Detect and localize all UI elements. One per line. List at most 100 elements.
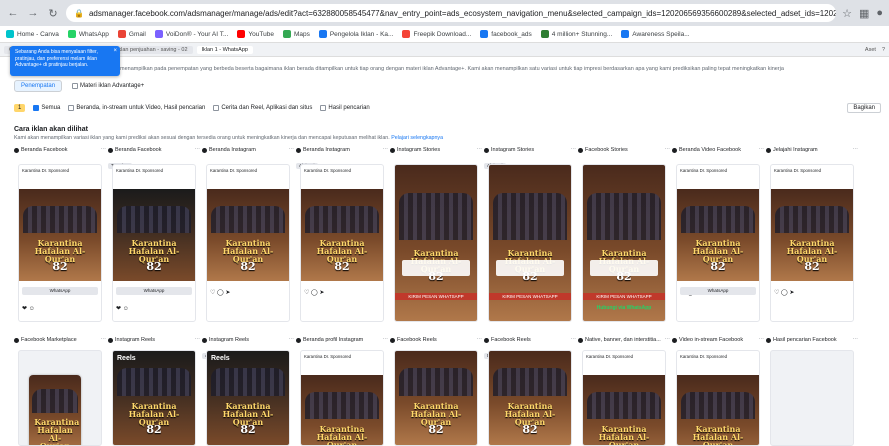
more-options-icon[interactable]: ⋯ xyxy=(853,337,859,343)
platform-icon xyxy=(108,147,113,153)
share-button[interactable]: Bagikan xyxy=(847,103,881,113)
more-options-icon[interactable]: ⋯ xyxy=(289,337,295,343)
bookmark-item[interactable]: 4 million+ Stunning... xyxy=(540,30,612,38)
ad-preview-frame[interactable]: Karantina Hafalan Al-Qur'an 82 Reels xyxy=(112,350,196,446)
poster-number: 82 xyxy=(522,422,538,436)
platform-icon xyxy=(202,147,207,153)
filter-checkbox[interactable]: Cerita dan Reel, Aplikasi dan situs xyxy=(213,105,312,111)
more-options-icon[interactable]: ⋯ xyxy=(289,147,295,153)
tabstrip-action[interactable]: ? xyxy=(882,47,885,53)
ad-preview-frame[interactable]: Karantina Dr. Sponsored Karantina Hafalan… xyxy=(770,164,854,322)
more-options-icon[interactable]: ⋯ xyxy=(665,337,671,343)
ad-preview-frame[interactable]: Karantina Hafalan Al-Qur'an 82 xyxy=(488,350,572,446)
ad-preview-frame[interactable]: Karantina Dr. Sponsored Karantina Hafalan… xyxy=(300,350,384,446)
placement-card: Jelajahi Instagram ⋯ Karantina Dr. Sponsor… xyxy=(766,146,858,322)
tabstrip-action[interactable]: Aset xyxy=(865,47,876,53)
tip-callout: × Sebarang Anda bisa menyalaan filter, p… xyxy=(10,46,120,76)
ad-creative-image: Karantina Hafalan Al-Qur'an 82 xyxy=(677,375,759,445)
reels-label: Reels xyxy=(211,355,230,362)
cta-button[interactable]: WhatsApp xyxy=(22,287,98,295)
placement-name: Facebook Stories xyxy=(585,147,628,153)
crowd-photo xyxy=(681,391,755,420)
more-options-icon[interactable]: ⋯ xyxy=(571,337,577,343)
more-options-icon[interactable]: ⋯ xyxy=(759,147,765,153)
close-icon[interactable]: × xyxy=(113,48,117,55)
more-options-icon[interactable]: ⋯ xyxy=(101,337,107,343)
poster-number: 82 xyxy=(804,259,820,273)
filter-checkbox[interactable]: Hasil pencarian xyxy=(320,105,370,111)
bookmark-item[interactable]: facebook_ads xyxy=(480,30,532,38)
bookmark-item[interactable]: YouTube xyxy=(237,30,274,38)
profile-icon[interactable]: ● xyxy=(876,7,883,20)
marketplace-card[interactable]: Karantina Hafalan Al-Qur'an 82 xyxy=(29,375,81,445)
more-options-icon[interactable]: ⋯ xyxy=(195,147,201,153)
bookmark-item[interactable]: Pengelola Iklan - Ka... xyxy=(318,30,393,38)
ad-preview-frame[interactable]: Karantina Hafalan Al-Qur'an 82KIRIM PESA… xyxy=(488,164,572,322)
bookmark-item[interactable]: Gmail xyxy=(117,30,146,38)
advantage-toggle[interactable]: Materi iklan Advantage+ xyxy=(72,83,144,89)
placement-card: Hasil pencarian Facebook ⋯ xyxy=(766,336,858,446)
filter-label: Semua xyxy=(41,105,61,111)
forward-icon[interactable]: → xyxy=(26,6,40,20)
whatsapp-banner: KIRIM PESAN WHATSAPP xyxy=(489,293,571,300)
poster-number: 82 xyxy=(710,259,726,273)
extensions-icon[interactable]: ▦ xyxy=(859,7,869,20)
learn-more-link[interactable]: Pelajari selengkapnya xyxy=(391,135,443,141)
ad-preview-frame[interactable]: Karantina Hafalan Al-Qur'an 82 xyxy=(394,350,478,446)
ad-preview-frame[interactable]: Karantina Hafalan Al-Qur'an 82KIRIM PESA… xyxy=(394,164,478,322)
placement-name: Beranda Facebook xyxy=(115,147,162,153)
bookmark-item[interactable]: VoiDon® - Your AI T... xyxy=(154,30,228,38)
more-options-icon[interactable]: ⋯ xyxy=(195,337,201,343)
more-options-icon[interactable]: ⋯ xyxy=(477,337,483,343)
back-icon[interactable]: ← xyxy=(6,6,20,20)
more-options-icon[interactable]: ⋯ xyxy=(665,147,671,153)
ad-preview-frame[interactable]: Karantina Dr. Sponsored Karantina Hafalan… xyxy=(300,164,384,322)
warning-badge[interactable]: 1 xyxy=(14,104,26,112)
more-options-icon[interactable]: ⋯ xyxy=(383,337,389,343)
cta-button[interactable]: WhatsApp xyxy=(680,287,756,295)
more-options-icon[interactable]: ⋯ xyxy=(101,147,107,153)
cta-button[interactable]: WhatsApp xyxy=(116,287,192,295)
ad-preview-frame[interactable]: Karantina Dr. Sponsored Karantina Hafalan… xyxy=(112,164,196,322)
poster-title-text: Karantina Hafalan Al-Qur'an xyxy=(316,423,368,446)
crowd-photo xyxy=(775,205,849,234)
poster-title: Karantina Hafalan Al-Qur'an 82 xyxy=(309,239,375,272)
bookmark-item[interactable]: Awareness Speila... xyxy=(621,30,690,38)
ad-preview-frame[interactable]: Karantina Dr. Sponsored Karantina Hafalan… xyxy=(582,350,666,446)
poster-title: Karantina Hafalan Al-Qur'an 82 xyxy=(215,239,281,272)
whatsapp-cta[interactable]: Hubungi via WhatsApp xyxy=(591,305,657,313)
more-options-icon[interactable]: ⋯ xyxy=(571,147,577,153)
filter-checkbox[interactable]: Beranda, in-stream untuk Video, Hasil pe… xyxy=(68,105,205,111)
star-icon[interactable]: ☆ xyxy=(842,7,852,20)
ad-preview-frame[interactable]: Karantina Dr. Sponsored Karantina Hafalan… xyxy=(18,164,102,322)
ad-preview-frame[interactable]: Karantina Dr. Sponsored Karantina Hafalan… xyxy=(676,350,760,446)
ad-preview-frame[interactable]: Karantina Dr. Sponsored Karantina Hafalan… xyxy=(206,164,290,322)
ad-preview-frame[interactable] xyxy=(770,350,854,446)
bookmark-label: Gmail xyxy=(128,30,146,38)
bookmark-item[interactable]: WhatsApp xyxy=(67,30,109,38)
ad-preview-frame[interactable]: Karantina Hafalan Al-Qur'an 82 Reels xyxy=(206,350,290,446)
placement-label: Beranda Instagram ⋯ xyxy=(296,146,388,154)
filter-checkbox[interactable]: Semua xyxy=(33,105,60,111)
post-header: Karantina Dr. Sponsored xyxy=(586,354,634,359)
section-subtitle: Kami akan menampilkan variasi iklan yang… xyxy=(14,135,443,141)
more-options-icon[interactable]: ⋯ xyxy=(759,337,765,343)
bookmark-item[interactable]: Home - Canva xyxy=(6,30,59,38)
bookmark-label: WhatsApp xyxy=(78,30,109,38)
bookmark-icon xyxy=(6,30,14,38)
address-bar[interactable]: 🔒 adsmanager.facebook.com/adsmanager/man… xyxy=(66,4,837,22)
reload-icon[interactable]: ↻ xyxy=(46,6,60,20)
bookmark-item[interactable]: Freepik Download... xyxy=(402,30,471,38)
more-options-icon[interactable]: ⋯ xyxy=(853,147,859,153)
bookmark-item[interactable]: Maps xyxy=(282,30,310,38)
placement-button[interactable]: Penempatan xyxy=(14,80,63,92)
more-options-icon[interactable]: ⋯ xyxy=(383,147,389,153)
ad-preview-frame[interactable]: Karantina Dr. Sponsored Karantina Hafalan… xyxy=(676,164,760,322)
ad-preview-frame[interactable]: Karantina Hafalan Al-Qur'an 82 xyxy=(18,350,102,446)
ad-preview-frame[interactable]: Karantina Hafalan Al-Qur'an 82KIRIM PESA… xyxy=(582,164,666,322)
placement-label: Hasil pencarian Facebook ⋯ xyxy=(766,336,858,344)
tab-item[interactable]: Iklan 1 - WhatsApp xyxy=(196,45,253,54)
bookmark-icon xyxy=(621,30,630,38)
post-header: Karantina Dr. Sponsored xyxy=(210,168,258,173)
more-options-icon[interactable]: ⋯ xyxy=(477,147,483,153)
